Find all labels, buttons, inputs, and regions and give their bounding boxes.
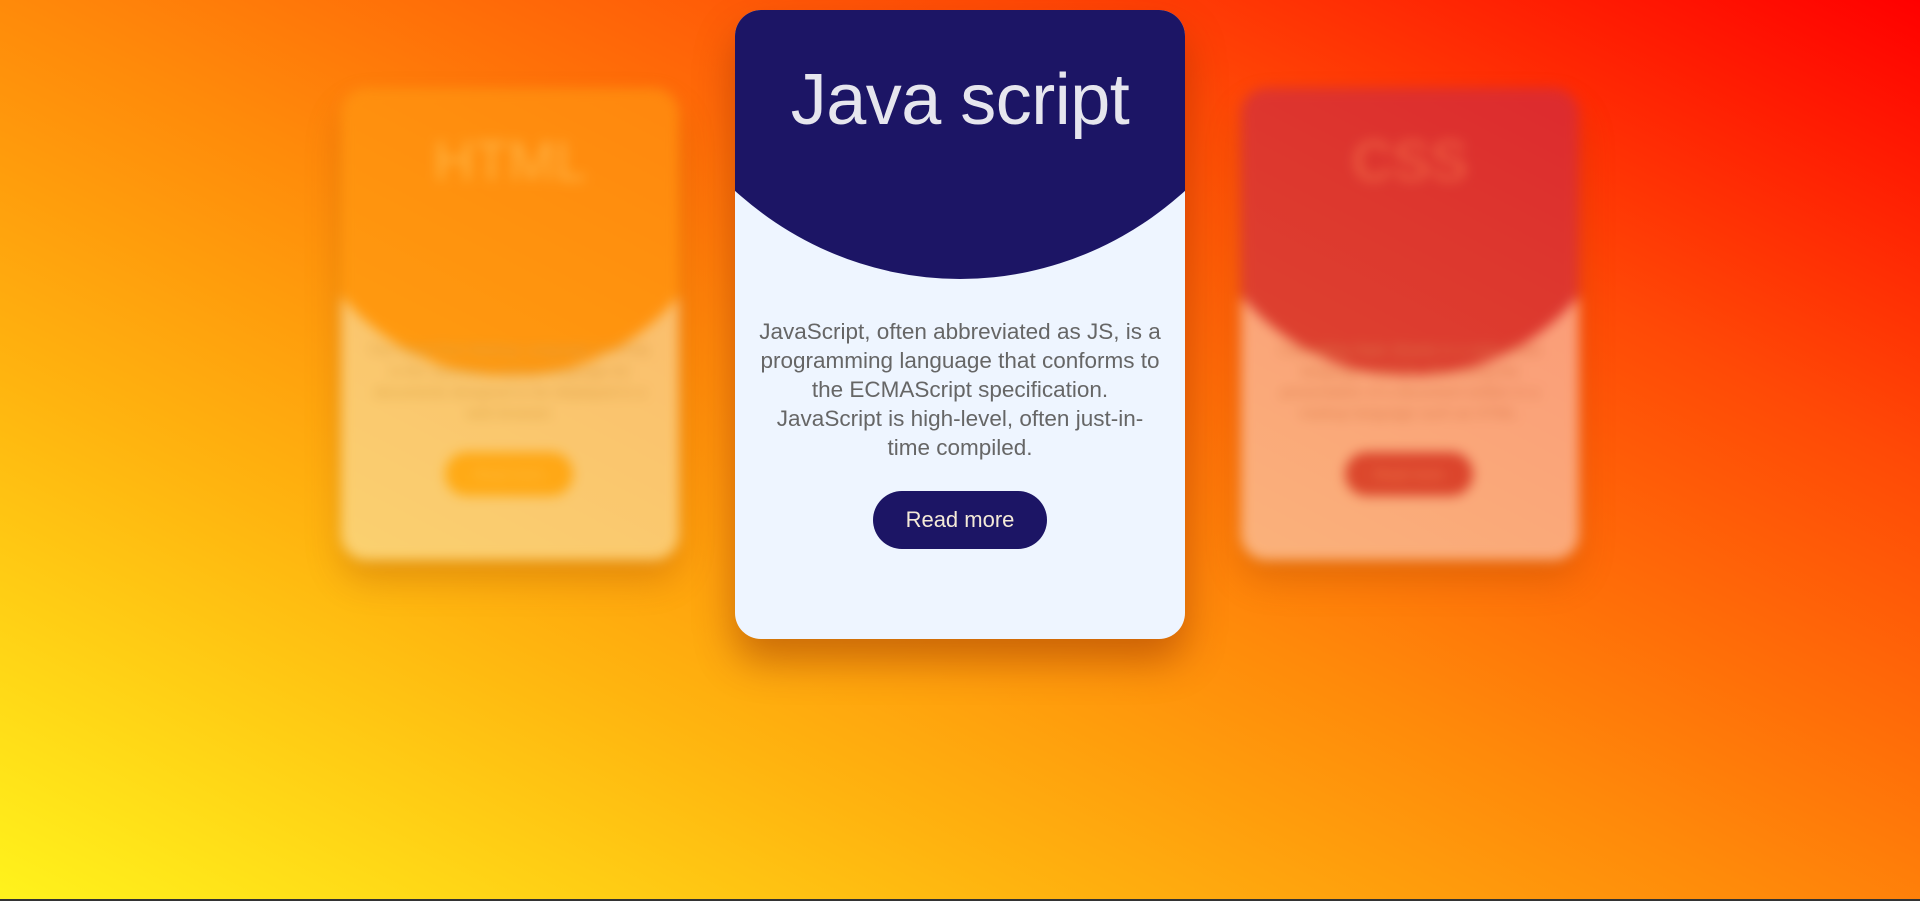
card-title: HTML (433, 129, 587, 192)
card-title: Java script (790, 60, 1130, 140)
card-header-shape (735, 10, 1185, 279)
card-description: Cascading Style Sheets is a style sheet … (1278, 342, 1542, 422)
read-more-button[interactable]: Read more (445, 452, 573, 496)
read-more-button[interactable]: Read more (1345, 452, 1473, 496)
card-javascript: Java script JavaScript, often abbreviate… (735, 10, 1185, 639)
card-html: HTML The HyperText Markup Language or HT… (341, 88, 679, 560)
card-title: CSS (1352, 129, 1468, 192)
card-description: The HyperText Markup Language or HTML is… (367, 342, 653, 422)
read-more-button[interactable]: Read more (873, 491, 1047, 549)
card-description: JavaScript, often abbreviated as JS, is … (759, 319, 1161, 460)
card-css: CSS Cascading Style Sheets is a style sh… (1241, 88, 1579, 560)
